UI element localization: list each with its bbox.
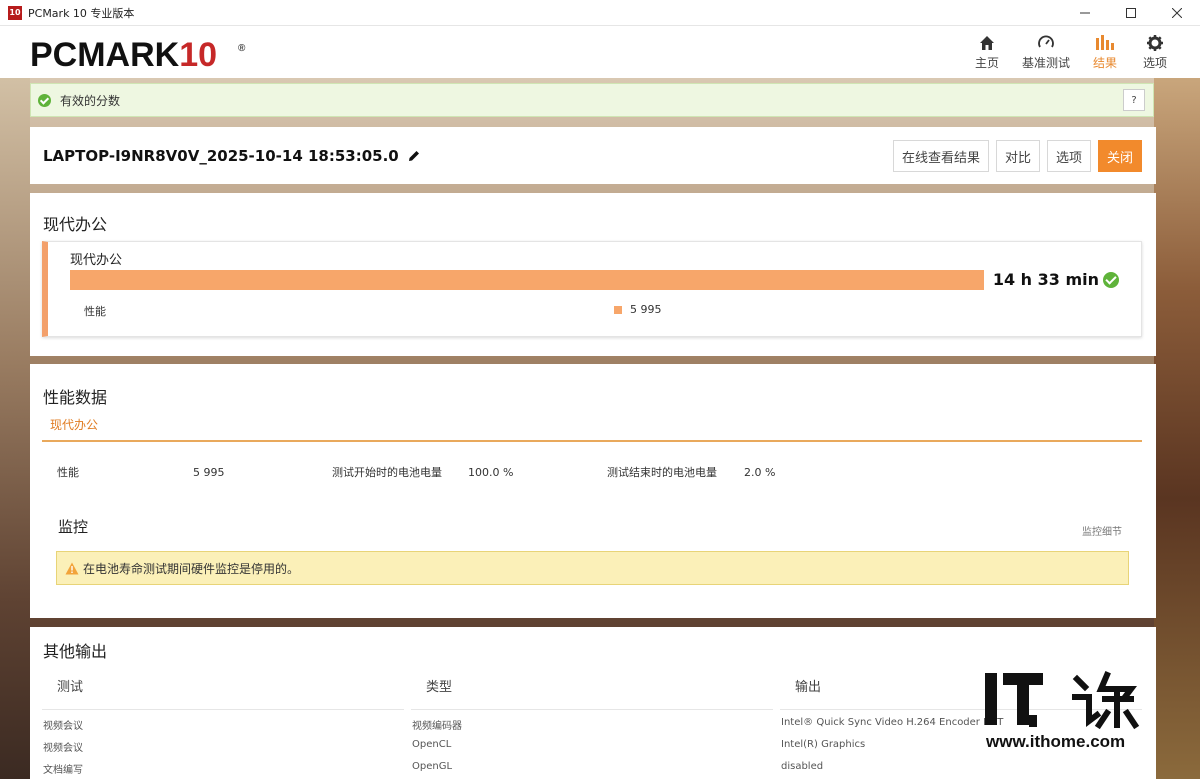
result-options-button[interactable]: 选项 [1046, 140, 1091, 172]
app-header: PCMARK10 ® 主页 基准测试 结果 选项 [0, 26, 1200, 78]
background-scenery-right [1154, 78, 1200, 779]
column-header-type: 类型 [426, 680, 453, 695]
compare-button[interactable]: 对比 [995, 140, 1040, 172]
other-output-title: 其他输出 [43, 642, 108, 661]
window-title: PCMark 10 专业版本 [28, 6, 135, 20]
table-cell: 视频编码器 [412, 721, 462, 732]
score-valid-check-icon [1103, 271, 1119, 288]
nav-benchmarks-label: 基准测试 [1021, 56, 1070, 70]
minimize-icon [1080, 12, 1090, 13]
close-window-button[interactable] [1154, 0, 1200, 26]
gear-icon [1146, 32, 1164, 54]
window-titlebar: 10 PCMark 10 专业版本 [0, 0, 1200, 26]
column-divider [411, 709, 773, 710]
maximize-button[interactable] [1108, 0, 1154, 26]
nav-benchmarks[interactable]: 基准测试 [1022, 32, 1070, 71]
close-result-button[interactable]: 关闭 [1097, 140, 1142, 172]
table-cell: 视频会议 [43, 743, 83, 754]
column-divider [42, 709, 404, 710]
logo-number: 10 [179, 36, 218, 74]
home-icon [978, 32, 996, 54]
nav-home-label: 主页 [974, 56, 999, 70]
modern-office-card-title: 现代办公 [70, 253, 123, 268]
legend-swatch [614, 305, 622, 314]
check-icon [38, 93, 51, 107]
battery-life-score: 14 h 33 min [993, 270, 1119, 289]
table-cell: Intel(R) Graphics [781, 739, 866, 750]
nav-results[interactable]: 结果 [1090, 32, 1120, 71]
perf-row-value-1: 100.0 % [468, 466, 514, 479]
perf-row-label-1: 测试开始时的电池电量 [332, 466, 442, 479]
result-actions: 在线查看结果 对比 选项 关闭 [886, 140, 1142, 172]
modern-office-panel: 现代办公 现代办公 14 h 33 min 性能 5 995 [30, 193, 1156, 356]
perf-row-value-2: 2.0 % [744, 466, 776, 479]
help-button[interactable]: ? [1123, 89, 1145, 111]
gauge-icon [1037, 32, 1055, 54]
background-scenery-left [0, 78, 30, 779]
performance-label: 性能 [84, 305, 106, 318]
performance-data-title: 性能数据 [43, 388, 108, 407]
nav-options-label: 选项 [1142, 56, 1167, 70]
monitoring-title: 监控 [58, 518, 89, 536]
warning-text: 在电池寿命测试期间硬件监控是停用的。 [83, 561, 300, 576]
edit-pencil-icon[interactable] [407, 149, 421, 163]
modern-office-card: 现代办公 14 h 33 min 性能 5 995 [42, 241, 1142, 337]
tab-underline [42, 440, 1142, 442]
view-online-button[interactable]: 在线查看结果 [892, 140, 989, 172]
monitoring-details-link[interactable]: 监控细节 [1082, 523, 1122, 538]
bar-chart-icon [1095, 32, 1115, 54]
column-header-test: 测试 [57, 680, 84, 695]
table-cell: OpenGL [412, 761, 453, 772]
main-nav: 主页 基准测试 结果 选项 [952, 32, 1170, 71]
logo-registered-mark: ® [238, 43, 246, 54]
nav-results-label: 结果 [1092, 56, 1117, 70]
table-cell: 文档编写 [43, 765, 83, 776]
ithome-url-watermark: www.ithome.com [986, 732, 1126, 751]
table-cell: Intel® Quick Sync Video H.264 Encoder MF… [781, 717, 1004, 728]
battery-life-score-text: 14 h 33 min [992, 270, 1099, 289]
result-name-text: LAPTOP-I9NR8V0V_2025-10-14 18:53:05.0 [43, 147, 399, 165]
perf-row-label-2: 测试结束时的电池电量 [607, 466, 717, 479]
nav-home[interactable]: 主页 [972, 32, 1002, 71]
result-name: LAPTOP-I9NR8V0V_2025-10-14 18:53:05.0 [43, 147, 421, 165]
performance-value: 5 995 [630, 303, 662, 316]
valid-score-text: 有效的分数 [60, 93, 121, 108]
pcmark-logo: PCMARK10 ® [30, 36, 245, 74]
window-controls [1062, 0, 1200, 26]
battery-life-bar [70, 270, 984, 290]
warning-icon [65, 562, 79, 575]
close-icon [1172, 7, 1182, 18]
nav-options[interactable]: 选项 [1140, 32, 1170, 71]
tab-modern-office[interactable]: 现代办公 [50, 416, 98, 433]
perf-row-value-0: 5 995 [193, 466, 225, 479]
table-cell: 视频会议 [43, 721, 83, 732]
result-header-panel: LAPTOP-I9NR8V0V_2025-10-14 18:53:05.0 在线… [30, 127, 1156, 184]
valid-score-banner: 有效的分数 ? [30, 83, 1154, 117]
maximize-icon [1126, 7, 1136, 18]
performance-data-panel: 性能数据 现代办公 性能 5 995 测试开始时的电池电量 100.0 % 测试… [30, 364, 1156, 618]
table-cell: OpenCL [412, 739, 452, 750]
table-cell: disabled [781, 761, 824, 772]
perf-row-label-0: 性能 [57, 466, 79, 479]
minimize-button[interactable] [1062, 0, 1108, 26]
logo-text: PCMARK [30, 36, 180, 74]
app-icon: 10 [8, 5, 22, 20]
monitoring-warning: 在电池寿命测试期间硬件监控是停用的。 [56, 551, 1129, 585]
column-header-output: 输出 [795, 680, 822, 695]
modern-office-section-title: 现代办公 [43, 215, 108, 234]
performance-legend: 5 995 [614, 303, 662, 316]
